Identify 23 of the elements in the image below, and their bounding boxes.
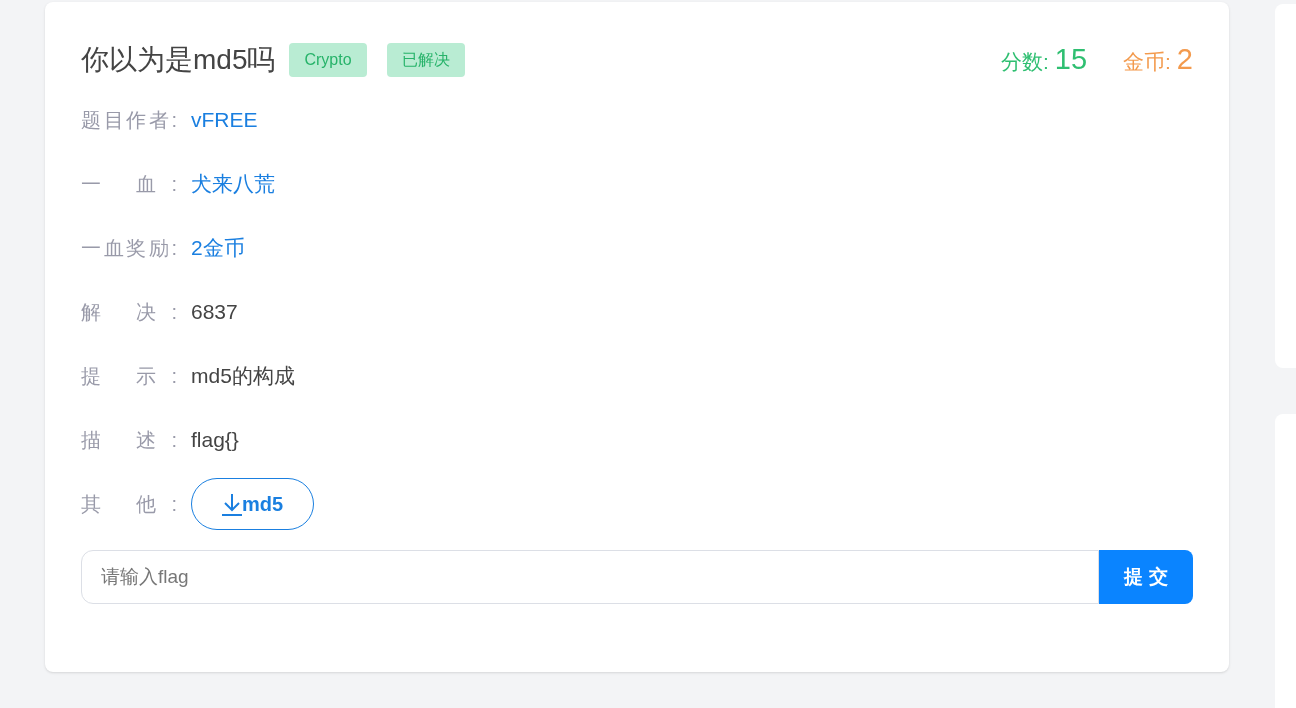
challenge-title: 你以为是md5吗 bbox=[81, 43, 276, 77]
field-label: 其 他: bbox=[81, 492, 177, 517]
score-label: 分数: bbox=[1000, 49, 1049, 76]
score-value: 15 bbox=[1054, 42, 1087, 78]
coins-value: 2 bbox=[1176, 42, 1193, 78]
field-label: 一 血: bbox=[81, 172, 177, 197]
download-icon bbox=[222, 492, 242, 516]
field-label: 一血奖励: bbox=[81, 236, 177, 261]
flag-input-field[interactable]: 请输入flag bbox=[81, 550, 1099, 604]
field-label: 题目作者: bbox=[81, 108, 177, 133]
field-label: 解 决: bbox=[81, 300, 177, 325]
field-value: 6837 bbox=[191, 299, 238, 326]
field-link[interactable]: 2金币 bbox=[191, 232, 245, 264]
submit-button[interactable]: 提 交 bbox=[1099, 550, 1193, 604]
field-label: 提 示: bbox=[81, 364, 177, 389]
tag: 已解决 bbox=[386, 43, 465, 77]
field-value: md5的构成 bbox=[191, 363, 295, 390]
field-label: 描 述: bbox=[81, 428, 177, 453]
field-link[interactable]: vFREE bbox=[191, 104, 258, 136]
field-link[interactable]: 犬来八荒 bbox=[191, 168, 275, 200]
field-value: flag{} bbox=[191, 427, 239, 454]
coins-label: 金币: bbox=[1123, 49, 1171, 76]
tag: Crypto bbox=[289, 43, 367, 77]
